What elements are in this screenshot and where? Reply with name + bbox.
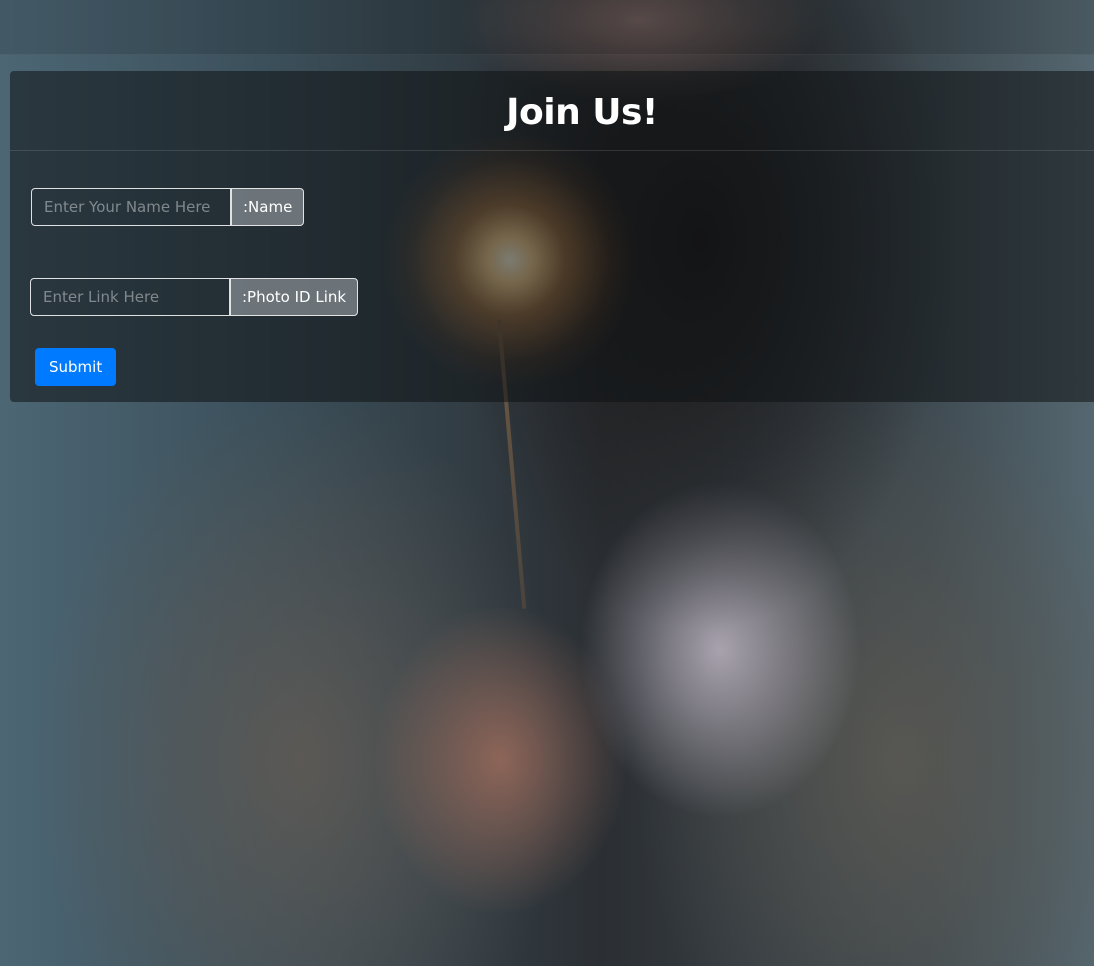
join-form-card: Join Us! :Name :Photo ID Link Submit	[10, 71, 1094, 402]
photo-link-label: :Photo ID Link	[230, 278, 359, 316]
photo-link-input[interactable]	[30, 278, 230, 316]
page: Join Us! :Name :Photo ID Link Submit	[0, 0, 1094, 966]
name-label: :Name	[231, 188, 305, 226]
photo-link-input-group: :Photo ID Link	[30, 278, 359, 316]
top-navbar	[0, 0, 1094, 55]
submit-button[interactable]: Submit	[35, 348, 117, 386]
name-input[interactable]	[31, 188, 231, 226]
card-header: Join Us!	[10, 71, 1094, 151]
name-input-group: :Name	[31, 188, 305, 226]
page-title: Join Us!	[506, 92, 658, 133]
